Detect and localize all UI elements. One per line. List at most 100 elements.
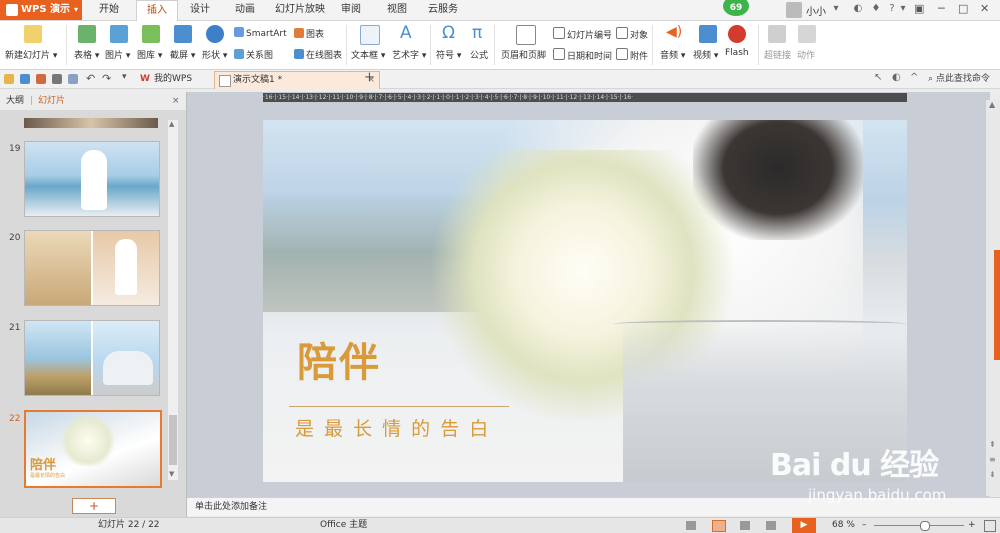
slides-panel: 大纲 | 幻灯片 × 19 20 21 22 陪伴 是最长情的告白 ▲ ▼ + — [0, 92, 187, 517]
restore-window-icon[interactable]: ▣ — [914, 2, 924, 15]
smartart-button[interactable]: SmartArt — [234, 27, 287, 39]
thumb-subtitle: 是最长情的告白 — [30, 473, 66, 479]
tab-design[interactable]: 设计 — [180, 0, 220, 20]
print-icon[interactable] — [52, 74, 62, 84]
tab-home[interactable]: 开始 — [88, 0, 130, 20]
normal-view-icon[interactable] — [712, 520, 726, 532]
skin-icon[interactable]: ◐ — [852, 3, 864, 15]
score-badge[interactable]: 69 — [723, 0, 749, 16]
page-icon[interactable]: ≡ — [989, 455, 996, 464]
app-menu-button[interactable]: WPS 演示 ▾ — [0, 0, 82, 20]
avatar[interactable] — [786, 2, 802, 18]
panel-scrollbar[interactable]: ▲ ▼ — [168, 120, 178, 480]
chart-icon — [294, 28, 304, 38]
slide-sorter-icon[interactable] — [740, 521, 750, 530]
zoom-level[interactable]: 68 % — [832, 518, 855, 533]
symbol-button[interactable]: 符号 ▾ — [436, 48, 461, 61]
flash-button[interactable]: Flash — [725, 48, 749, 58]
shape-icon — [206, 25, 224, 43]
skin-icon[interactable]: ◐ — [892, 72, 901, 83]
slide-subtitle[interactable]: 是 最 长 情 的 告 白 — [295, 414, 490, 441]
table-button[interactable]: 表格 ▾ — [74, 48, 99, 61]
page-up-icon[interactable]: ⇞ — [989, 440, 996, 449]
cursor-icon[interactable]: ↖ — [874, 72, 882, 83]
new-slide-button[interactable]: 新建幻灯片 ▾ — [5, 48, 57, 61]
horizontal-ruler: ·16·|·15·|·14·|·13·|·12·|·11·|·10·|·9·|·… — [263, 93, 907, 102]
minimize-icon[interactable]: ─ — [938, 2, 945, 15]
tab-outline[interactable]: 大纲 — [6, 92, 24, 110]
slide-title[interactable]: 陪伴 — [297, 330, 381, 388]
object-button[interactable]: 对象 — [616, 27, 648, 41]
redo-icon[interactable]: ↷ — [102, 72, 111, 85]
scroll-down-icon[interactable]: ▼ — [169, 470, 174, 478]
attachment-button[interactable]: 附件 — [616, 48, 648, 62]
slide-canvas[interactable]: 陪伴 是 最 长 情 的 告 白 — [263, 120, 907, 482]
open-folder-icon[interactable] — [4, 74, 14, 84]
relation-chart-button[interactable]: 关系图 — [234, 48, 273, 61]
textbox-button[interactable]: 文本框 ▾ — [351, 48, 385, 61]
slide-thumbnail[interactable] — [24, 320, 160, 396]
close-icon[interactable]: ✕ — [980, 2, 989, 15]
zoom-out-icon[interactable]: – — [862, 518, 867, 533]
screenshot-icon — [174, 25, 192, 43]
chevron-down-icon[interactable]: ▾ — [830, 3, 842, 15]
canvas-scrollbar[interactable]: ▲ ⇞ ≡ ⇟ — [986, 100, 1000, 496]
save-icon[interactable] — [20, 74, 30, 84]
gallery-button[interactable]: 图库 ▾ — [137, 48, 162, 61]
new-tab-button[interactable]: + — [364, 70, 375, 85]
slide-thumbnail-partial[interactable] — [24, 118, 158, 128]
hyperlink-button[interactable]: 超链接 — [764, 48, 791, 61]
shirt-icon[interactable]: ♦ — [870, 3, 882, 15]
picture-button[interactable]: 图片 ▾ — [105, 48, 130, 61]
doc-tab-presentation[interactable]: 演示文稿1 * × — [214, 71, 380, 89]
shape-button[interactable]: 形状 ▾ — [202, 48, 227, 61]
action-button[interactable]: 动作 — [797, 48, 815, 61]
date-time-button[interactable]: 日期和时间 — [553, 48, 612, 62]
wordart-button[interactable]: 艺术字 ▾ — [392, 48, 426, 61]
notes-toggle-icon[interactable] — [686, 521, 696, 530]
page-down-icon[interactable]: ⇟ — [989, 470, 996, 479]
document-icon — [219, 75, 231, 87]
play-slideshow-button[interactable]: ▶ — [792, 518, 816, 533]
slide-number-button[interactable]: 幻灯片编号 — [553, 27, 612, 41]
maximize-icon[interactable]: □ — [958, 2, 968, 15]
zoom-in-icon[interactable]: + — [968, 518, 976, 533]
scroll-up-icon[interactable]: ▲ — [989, 100, 995, 109]
tab-view[interactable]: 视图 — [380, 0, 414, 20]
tab-slides[interactable]: 幻灯片 — [38, 92, 65, 110]
chart-button[interactable]: 图表 — [294, 27, 324, 40]
zoom-slider-handle[interactable] — [919, 521, 930, 531]
tab-slideshow[interactable]: 幻灯片放映 — [270, 0, 330, 20]
tab-review[interactable]: 审阅 — [334, 0, 368, 20]
export-pdf-icon[interactable] — [36, 74, 46, 84]
slide-thumbnail[interactable] — [24, 141, 160, 217]
reading-view-icon[interactable] — [766, 521, 776, 530]
command-search[interactable]: ⌕ 点此查找命令 — [928, 71, 990, 84]
scroll-indicator[interactable] — [994, 250, 1000, 360]
online-chart-button[interactable]: 在线图表 — [294, 48, 342, 61]
fit-window-icon[interactable] — [984, 520, 996, 532]
user-name[interactable]: 小小 — [806, 3, 826, 18]
audio-button[interactable]: 音频 ▾ — [660, 48, 685, 61]
chevron-down-icon[interactable]: ▾ — [897, 3, 909, 15]
tab-animation[interactable]: 动画 — [225, 0, 265, 20]
tab-insert[interactable]: 插入 — [136, 0, 178, 22]
divider — [346, 25, 347, 65]
chevron-down-icon[interactable]: ▾ — [122, 72, 127, 82]
close-icon[interactable]: × — [172, 92, 180, 110]
title-underline — [289, 406, 509, 407]
video-button[interactable]: 视频 ▾ — [693, 48, 718, 61]
slide-thumbnail[interactable] — [24, 230, 160, 306]
scroll-up-icon[interactable]: ▲ — [169, 120, 174, 128]
slide-thumbnail-selected[interactable]: 陪伴 是最长情的告白 — [24, 410, 162, 488]
slide-number: 19 — [9, 144, 21, 154]
screenshot-button[interactable]: 截屏 ▾ — [170, 48, 195, 61]
add-slide-button[interactable]: + — [72, 498, 116, 514]
undo-icon[interactable]: ↶ — [86, 72, 95, 85]
preview-icon[interactable] — [68, 74, 78, 84]
header-footer-button[interactable]: 页眉和页脚 — [501, 48, 546, 61]
tab-cloud[interactable]: 云服务 — [422, 0, 464, 20]
chevron-up-icon[interactable]: ^ — [910, 72, 918, 83]
formula-button[interactable]: 公式 — [470, 48, 488, 61]
scroll-thumb[interactable] — [169, 415, 177, 465]
